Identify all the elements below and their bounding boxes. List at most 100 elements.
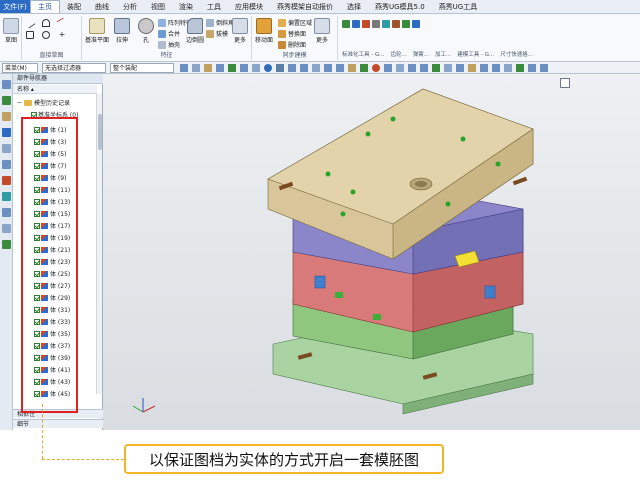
selection-filter-dropdown[interactable]: 无选择过滤器 <box>42 63 106 73</box>
view-icon[interactable] <box>300 64 308 72</box>
scrollbar-thumb[interactable] <box>98 114 102 150</box>
line-tool[interactable] <box>24 17 36 29</box>
selection-scope-dropdown[interactable]: 整个装配 <box>110 63 174 73</box>
more-sync-button[interactable]: 更多 <box>314 18 330 44</box>
snap-icon[interactable] <box>216 64 224 72</box>
view-icon[interactable] <box>288 64 296 72</box>
delete-face-button[interactable]: 删除面 <box>278 40 306 49</box>
tab-view[interactable]: 视图 <box>144 0 172 13</box>
view-icon[interactable] <box>372 64 380 72</box>
roles-icon[interactable] <box>2 208 11 217</box>
plugin-icon[interactable] <box>392 20 400 28</box>
view-icon[interactable] <box>312 64 320 72</box>
tab-tools[interactable]: 工具 <box>200 0 228 13</box>
draft-button[interactable]: 拔模 <box>206 29 228 38</box>
polyline-tool[interactable] <box>56 17 68 29</box>
process-studio-icon[interactable] <box>2 192 11 201</box>
sketch-button[interactable]: 草图 <box>3 18 19 44</box>
view-triad-icon[interactable] <box>560 78 570 88</box>
plugin-icon[interactable] <box>402 20 410 28</box>
tab-curve[interactable]: 曲线 <box>88 0 116 13</box>
view-icon[interactable] <box>336 64 344 72</box>
chamfer-button[interactable]: 倒斜角 <box>206 18 234 27</box>
view-icon[interactable] <box>348 64 356 72</box>
edge-blend-button[interactable]: 边倒圆 <box>186 18 204 44</box>
tab-mold-quote[interactable]: 燕秀模架自动报价 <box>270 0 340 13</box>
web-browser-icon[interactable] <box>2 144 11 153</box>
view-icon[interactable] <box>492 64 500 72</box>
move-face-icon <box>256 18 272 34</box>
view-icon[interactable] <box>468 64 476 72</box>
tab-yanxiu-mold[interactable]: 燕秀UG模具5.0 <box>368 0 432 13</box>
view-icon[interactable] <box>384 64 392 72</box>
view-icon[interactable] <box>516 64 524 72</box>
view-icon[interactable] <box>504 64 512 72</box>
view-icon[interactable] <box>528 64 536 72</box>
replace-face-button[interactable]: 替换面 <box>278 29 306 38</box>
column-header-name[interactable]: 名称 ▴ <box>13 85 97 94</box>
navigator-scrollbar[interactable] <box>96 94 102 394</box>
view-icon[interactable] <box>408 64 416 72</box>
green-component <box>335 292 343 298</box>
snap-icon[interactable] <box>252 64 260 72</box>
arc-tool[interactable] <box>42 19 52 27</box>
snap-icon[interactable] <box>204 64 212 72</box>
tab-render[interactable]: 渲染 <box>172 0 200 13</box>
tab-yanxiu-tools[interactable]: 燕秀UG工具 <box>432 0 485 13</box>
snap-icon[interactable] <box>228 64 236 72</box>
view-icon[interactable] <box>420 64 428 72</box>
system-scene-icon[interactable] <box>2 224 11 233</box>
system-materials-icon[interactable] <box>2 176 11 185</box>
tab-assembly[interactable]: 装配 <box>60 0 88 13</box>
view-icon[interactable] <box>276 64 284 72</box>
circle-tool[interactable] <box>42 31 52 39</box>
history-icon[interactable] <box>2 160 11 169</box>
offset-region-button[interactable]: 偏置区域 <box>278 18 312 27</box>
view-icon[interactable] <box>480 64 488 72</box>
details-panel[interactable]: 细节 <box>13 419 103 428</box>
view-icon[interactable] <box>540 64 548 72</box>
view-icon[interactable] <box>264 64 272 72</box>
extrude-button[interactable]: 拉伸 <box>114 18 130 44</box>
constraint-navigator-icon[interactable] <box>2 96 11 105</box>
tab-analysis[interactable]: 分析 <box>116 0 144 13</box>
plugin-icon[interactable] <box>362 20 370 28</box>
plugin-icon[interactable] <box>412 20 420 28</box>
part-navigator-icon[interactable] <box>2 112 11 121</box>
graphics-viewport[interactable] <box>103 74 640 430</box>
plugin-icon[interactable] <box>352 20 360 28</box>
plugin-icon[interactable] <box>382 20 390 28</box>
plugin-icon[interactable] <box>372 20 380 28</box>
plugin-icon[interactable] <box>342 20 350 28</box>
model-history-node[interactable]: − 模型历史记录 <box>17 98 70 107</box>
reuse-library-icon[interactable] <box>2 128 11 137</box>
view-icon[interactable] <box>324 64 332 72</box>
view-icon[interactable] <box>432 64 440 72</box>
more-icon <box>232 18 248 34</box>
snap-icon[interactable] <box>240 64 248 72</box>
clock-icon[interactable] <box>2 240 11 249</box>
collapse-icon[interactable]: − <box>17 99 22 106</box>
snap-icon[interactable] <box>180 64 188 72</box>
move-face-button[interactable]: 移动面 <box>255 18 273 44</box>
rectangle-tool[interactable] <box>26 31 36 39</box>
menu-dropdown[interactable]: 菜单(M) <box>2 63 38 73</box>
view-icon[interactable] <box>444 64 452 72</box>
view-icon[interactable] <box>360 64 368 72</box>
green-hole <box>495 161 501 167</box>
assembly-navigator-icon[interactable] <box>2 80 11 89</box>
datum-plane-button[interactable]: 基准平面 <box>85 18 109 44</box>
view-icon[interactable] <box>396 64 404 72</box>
shell-button[interactable]: 抽壳 <box>158 40 180 49</box>
unite-button[interactable]: 合并 <box>158 29 180 38</box>
tab-home[interactable]: 主页 <box>30 0 60 13</box>
circle-icon <box>42 31 50 39</box>
file-menu-tab[interactable]: 文件(F) <box>0 0 30 13</box>
hole-button[interactable]: 孔 <box>138 18 154 44</box>
tab-selection[interactable]: 选择 <box>340 0 368 13</box>
more-feature-button[interactable]: 更多 <box>232 18 248 44</box>
tab-application[interactable]: 应用模块 <box>228 0 270 13</box>
view-icon[interactable] <box>456 64 464 72</box>
plus-tool[interactable]: + <box>58 31 68 39</box>
snap-icon[interactable] <box>192 64 200 72</box>
